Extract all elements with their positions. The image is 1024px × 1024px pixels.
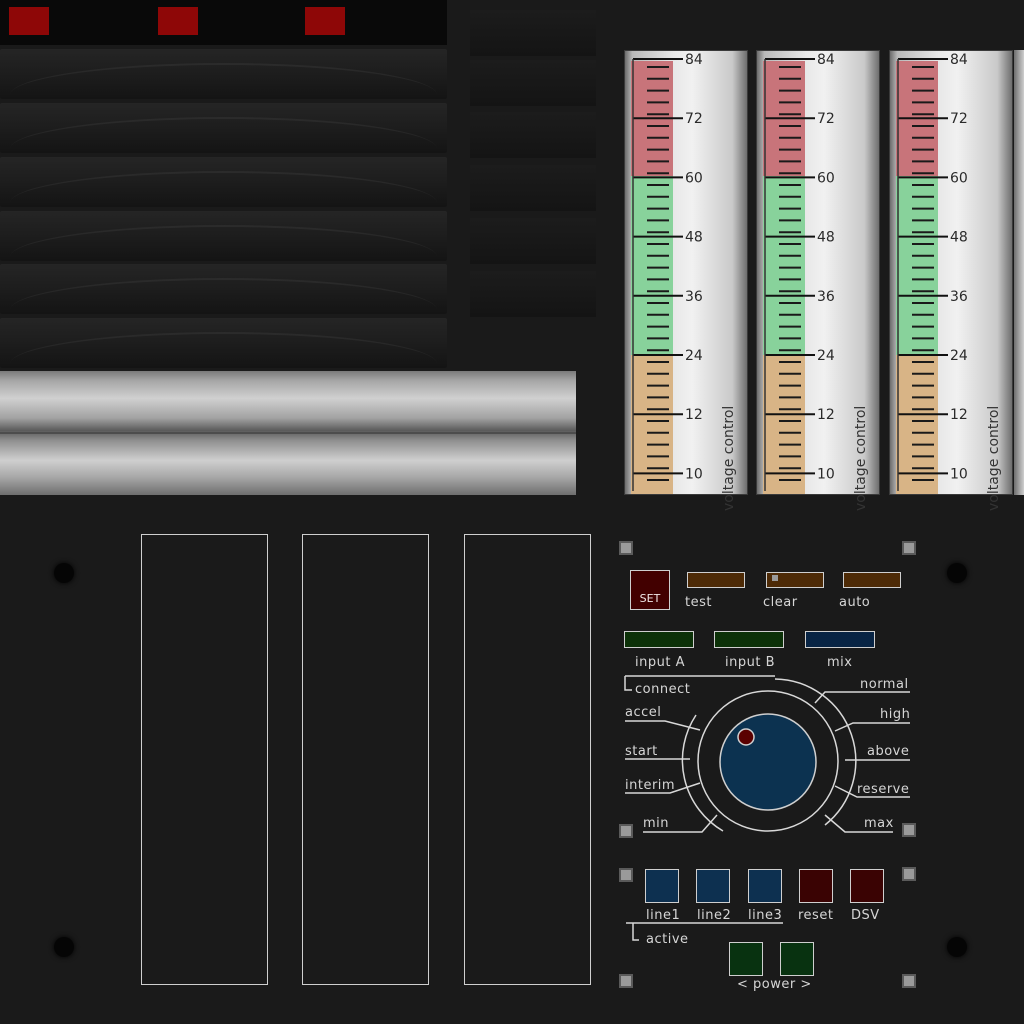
voltage-meter-1: 84 72 60 48 36 24 12 10 voltage control <box>624 50 748 511</box>
screw-icon <box>619 868 633 882</box>
meter-zone-green <box>631 176 673 355</box>
line1-button[interactable] <box>645 869 679 903</box>
panel-block <box>470 165 596 211</box>
top-strip <box>0 0 447 45</box>
panel-slat <box>0 264 447 314</box>
meter-tick-label: 36 <box>685 289 703 305</box>
power-left-button[interactable] <box>729 942 763 976</box>
panel-slat <box>0 103 447 153</box>
meter-tick-label: 36 <box>950 289 968 305</box>
chrome-divider <box>0 432 576 434</box>
meter-tick-label: 12 <box>950 407 968 423</box>
meter-tick-label: 24 <box>685 348 703 364</box>
panel-block <box>470 218 596 264</box>
meter-tick-label: 84 <box>950 52 968 68</box>
meter-tick-label: 12 <box>817 407 835 423</box>
meter-zone-green <box>763 176 805 355</box>
screw-icon <box>902 867 916 881</box>
dial-knob[interactable] <box>719 713 817 811</box>
auto-label: auto <box>839 595 871 610</box>
set-button[interactable]: SET <box>630 570 670 610</box>
meter-tick-label: 24 <box>817 348 835 364</box>
panel-block <box>470 271 596 317</box>
panel-slat <box>0 318 447 368</box>
mount-hole <box>54 937 74 957</box>
mix-button[interactable] <box>805 631 875 648</box>
panel-block <box>470 112 596 158</box>
power-label: < power > <box>737 977 812 992</box>
empty-slot-frame <box>302 534 429 985</box>
meter-tick-label: 84 <box>685 52 703 68</box>
power-right-button[interactable] <box>780 942 814 976</box>
panel-block <box>470 60 596 106</box>
voltage-control-label: voltage control <box>721 405 737 511</box>
meter-tick-label: 12 <box>685 407 703 423</box>
meter-tick-label: 48 <box>950 230 968 246</box>
voltage-meter-3: 84 72 60 48 36 24 12 10 voltage control <box>889 50 1013 511</box>
test-button[interactable] <box>687 572 745 588</box>
meter-zone-green <box>896 176 938 355</box>
mount-hole <box>947 937 967 957</box>
meter-tick-label: 10 <box>817 466 835 482</box>
active-label: active <box>646 932 689 947</box>
screw-icon <box>902 974 916 988</box>
voltage-meter-2: 84 72 60 48 36 24 12 10 voltage control <box>756 50 880 511</box>
meter-tick-label: 60 <box>817 170 835 186</box>
meter-tick-label: 48 <box>817 230 835 246</box>
meter-tick-label: 60 <box>950 170 968 186</box>
input-a-button[interactable] <box>624 631 694 648</box>
clear-button[interactable] <box>766 572 824 588</box>
test-label: test <box>685 595 712 610</box>
auto-button[interactable] <box>843 572 901 588</box>
voltage-control-label: voltage control <box>853 405 869 511</box>
empty-slot-frame <box>141 534 268 985</box>
dsv-label: DSV <box>851 908 880 923</box>
meter-edge <box>1014 50 1024 495</box>
screw-icon <box>619 974 633 988</box>
panel-slat <box>0 49 447 99</box>
meter-tick-label: 24 <box>950 348 968 364</box>
line2-button[interactable] <box>696 869 730 903</box>
meter-tick-label: 10 <box>950 466 968 482</box>
meter-tick-label: 60 <box>685 170 703 186</box>
red-indicator-tab <box>9 7 49 35</box>
mount-hole <box>947 563 967 583</box>
meter-tick-label: 10 <box>685 466 703 482</box>
dial-indicator-icon <box>737 728 755 746</box>
meter-tick-label: 72 <box>817 111 835 127</box>
meter-tick-label: 48 <box>685 230 703 246</box>
meter-tick-label: 72 <box>685 111 703 127</box>
panel-block <box>470 10 596 56</box>
line3-button[interactable] <box>748 869 782 903</box>
dsv-button[interactable] <box>850 869 884 903</box>
status-led-icon <box>772 575 778 581</box>
screw-icon <box>902 541 916 555</box>
empty-slot-frame <box>464 534 591 985</box>
meter-tick-label: 84 <box>817 52 835 68</box>
meter-tick-label: 72 <box>950 111 968 127</box>
panel-slat <box>0 211 447 261</box>
meter-tick-label: 36 <box>817 289 835 305</box>
reset-button[interactable] <box>799 869 833 903</box>
reset-label: reset <box>798 908 834 923</box>
red-indicator-tab <box>158 7 198 35</box>
mode-dial <box>624 675 910 833</box>
voltage-control-label: voltage control <box>986 405 1002 511</box>
red-indicator-tab <box>305 7 345 35</box>
input-b-button[interactable] <box>714 631 784 648</box>
screw-icon <box>619 541 633 555</box>
mount-hole <box>54 563 74 583</box>
clear-label: clear <box>763 595 798 610</box>
panel-slat <box>0 157 447 207</box>
